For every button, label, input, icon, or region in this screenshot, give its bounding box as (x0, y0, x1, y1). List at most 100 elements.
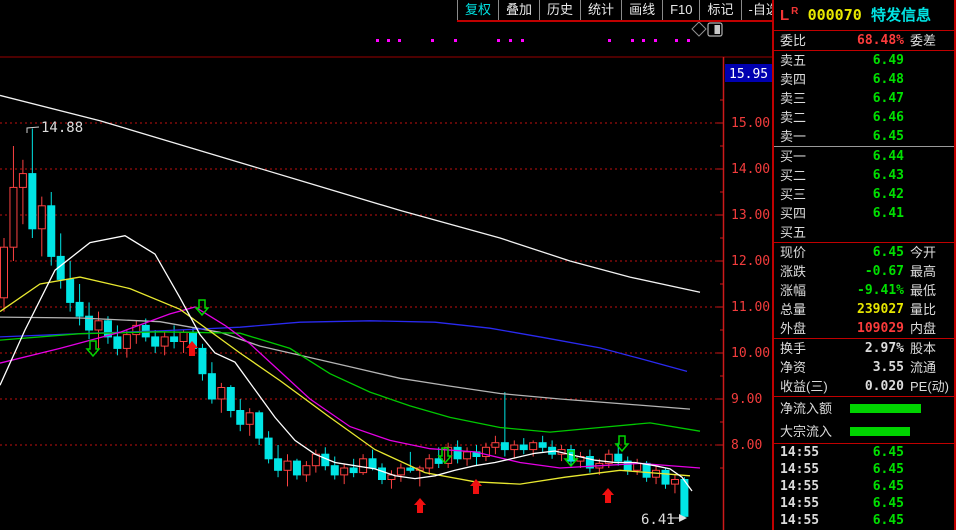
tick-row: 14:556.45 (774, 478, 954, 495)
buy-level-row-value: 6.43 (842, 166, 904, 185)
axis-label: 8.00 (731, 438, 762, 453)
toolbar-button-0[interactable]: 复权 (457, 0, 499, 20)
tick-row-value: 6.45 (842, 461, 904, 478)
buy-level-row-label: 买四 (780, 204, 842, 223)
panel-toggle-icon[interactable] (708, 23, 722, 36)
event-dot (608, 39, 611, 42)
sell-level-row: 卖一6.45 (774, 127, 954, 146)
stat-row: 收益(三)0.020PE(动) (774, 377, 954, 396)
flag-r: R (791, 6, 798, 17)
sell-level-row-value: 6.48 (842, 70, 904, 89)
sell-level-row-right-label (904, 70, 954, 89)
tick-row-label: 14:55 (780, 512, 842, 529)
candles-group (1, 129, 688, 519)
event-dot (454, 39, 457, 42)
sell-level-row-right-label (904, 51, 954, 70)
stat-row-value: 6.45 (842, 243, 904, 262)
toolbar: 复权叠加历史统计画线F10标记-自选返回 (457, 0, 772, 22)
peak-price-text: 14.88 (41, 120, 83, 136)
toolbar-button-f10[interactable]: F10 (663, 0, 700, 20)
tick-row-label: 14:55 (780, 478, 842, 495)
tick-row-value: 6.45 (842, 444, 904, 461)
sell-level-row-label: 卖五 (780, 51, 842, 70)
stat-row: 现价6.45今开 (774, 243, 954, 262)
axis-label: 14.00 (731, 162, 770, 177)
sell-level-row: 卖五6.49 (774, 51, 954, 70)
stat-row-right-label: 最低 (904, 281, 954, 300)
tick-row: 14:556.45 (774, 444, 954, 461)
tick-row-value: 6.45 (842, 512, 904, 529)
max-price-label: 15.95 (729, 67, 768, 82)
event-dot (497, 39, 500, 42)
sell-level-row-label: 卖二 (780, 108, 842, 127)
sell-level-row-label: 卖四 (780, 70, 842, 89)
event-dot (654, 39, 657, 42)
sell-level-row-value: 6.46 (842, 108, 904, 127)
axis-label: 15.00 (731, 116, 770, 131)
weibi-value: 68.48% (842, 31, 904, 50)
event-dot (687, 39, 690, 42)
weibi-row: 委比 68.48% 委差 (774, 31, 954, 50)
price-stats: 现价6.45今开涨跌-0.67最高涨幅-9.41%最低总量239027量比外盘1… (774, 243, 954, 338)
event-dot (398, 39, 401, 42)
stat-row-value: 0.020 (842, 377, 904, 396)
money-flow: 净流入额大宗流入 (774, 397, 954, 443)
candlestick-chart[interactable]: 15.0014.0013.0012.0011.0010.009.008.0015… (0, 0, 772, 530)
buy-level-row-right-label (904, 147, 954, 166)
sell-level-row-right-label (904, 89, 954, 108)
peak-price-leader (27, 127, 39, 133)
tick-list: 14:556.4514:556.4514:556.4514:556.4514:5… (774, 444, 954, 529)
buy-level-row-value: 6.44 (842, 147, 904, 166)
sell-levels: 卖五6.49卖四6.48卖三6.47卖二6.46卖一6.45 (774, 51, 954, 146)
stock-header: LR 000070 特发信息 (774, 0, 954, 30)
stat-row-value: 109029 (842, 319, 904, 338)
tick-row-value: 6.45 (842, 495, 904, 512)
axis-label: 13.00 (731, 208, 770, 223)
toolbar-button-1[interactable]: 叠加 (499, 0, 540, 20)
stat-row-right-label: 量比 (904, 300, 954, 319)
tick-row-right-label (904, 495, 954, 512)
sell-level-row-label: 卖一 (780, 127, 842, 146)
buy-levels: 买一6.44买二6.43买三6.42买四6.41买五 (774, 147, 954, 242)
sell-level-row-right-label (904, 108, 954, 127)
gridlines: 15.0014.0013.0012.0011.0010.009.008.00 (0, 100, 770, 468)
event-dot (387, 39, 390, 42)
buy-level-row: 买三6.42 (774, 185, 954, 204)
buy-level-row-label: 买五 (780, 223, 842, 242)
stat-row: 换手2.97%股本 (774, 339, 954, 358)
stat-row-right-label: 最高 (904, 262, 954, 281)
sell-level-row: 卖三6.47 (774, 89, 954, 108)
stat-row: 净资3.55流通 (774, 358, 954, 377)
stat-row-value: -9.41% (842, 281, 904, 300)
stat-row: 涨跌-0.67最高 (774, 262, 954, 281)
sell-level-row: 卖二6.46 (774, 108, 954, 127)
ma-line-white-long (0, 95, 700, 292)
last-price-text: 6.41 (641, 512, 675, 528)
toolbar-button-6[interactable]: 标记 (700, 0, 741, 20)
tick-row-value: 6.45 (842, 478, 904, 495)
weicha-label: 委差 (904, 31, 954, 50)
ma-line-white-short (0, 236, 692, 491)
buy-level-row-value: 6.42 (842, 185, 904, 204)
stock-code: 000070 (808, 6, 862, 24)
buy-level-row-label: 买一 (780, 147, 842, 166)
stat-row-label: 现价 (780, 243, 842, 262)
toolbar-button-2[interactable]: 历史 (540, 0, 581, 20)
trading-terminal: 15.0014.0013.0012.0011.0010.009.008.0015… (0, 0, 956, 530)
stat-row-right-label: 股本 (904, 339, 954, 358)
buy-level-row: 买四6.41 (774, 204, 954, 223)
stat-row: 总量239027量比 (774, 300, 954, 319)
diamond-icon[interactable] (692, 22, 706, 36)
stat-row-label: 外盘 (780, 319, 842, 338)
tick-row: 14:556.45 (774, 461, 954, 478)
event-dot (631, 39, 634, 42)
buy-level-row-right-label (904, 166, 954, 185)
axis-label: 9.00 (731, 392, 762, 407)
toolbar-button-3[interactable]: 统计 (581, 0, 622, 20)
stat-row-label: 换手 (780, 339, 842, 358)
event-dot (642, 39, 645, 42)
toolbar-button-4[interactable]: 画线 (622, 0, 663, 20)
buy-arrow-icon (414, 498, 426, 513)
event-dot (431, 39, 434, 42)
tick-row-label: 14:55 (780, 461, 842, 478)
